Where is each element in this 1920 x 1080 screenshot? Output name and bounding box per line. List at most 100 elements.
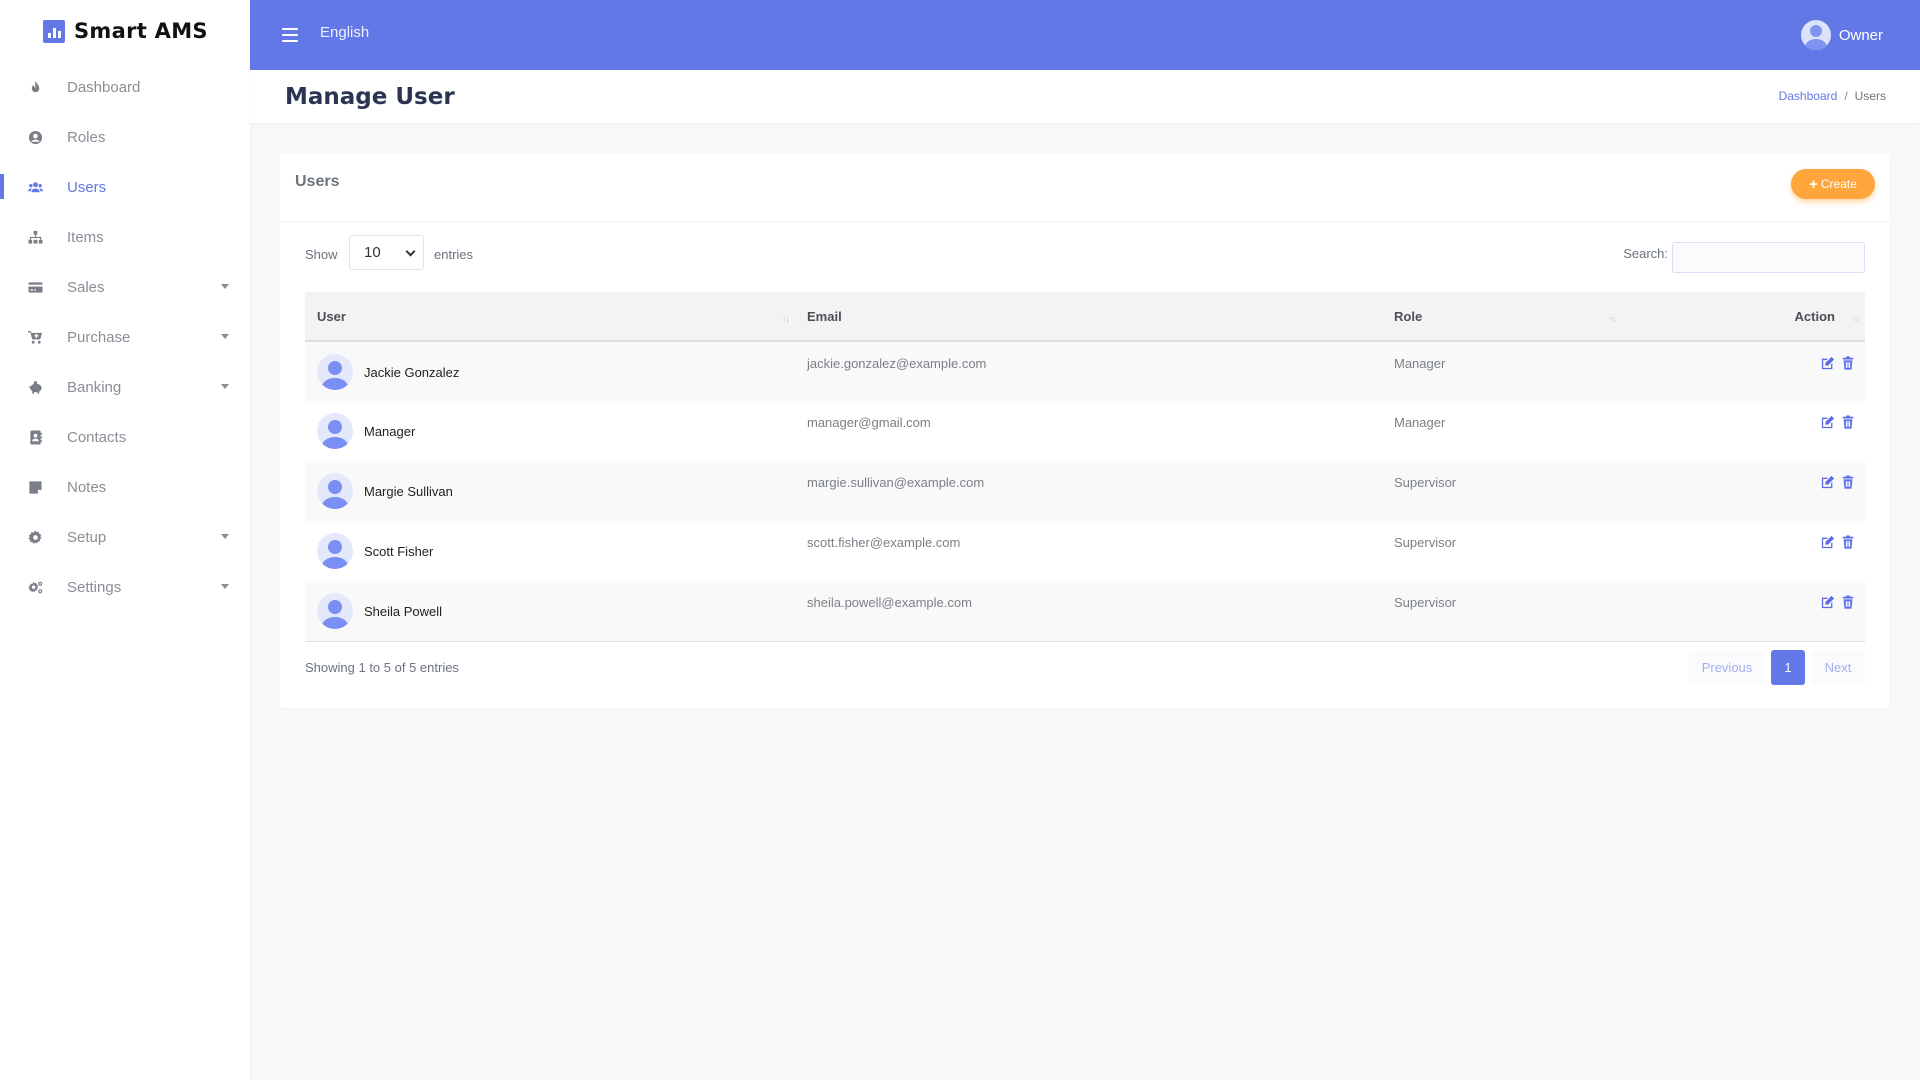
sort-icon[interactable]: ↑↓ [1609, 314, 1617, 324]
trash-icon[interactable] [1841, 595, 1855, 609]
pagination-previous[interactable]: Previous [1689, 650, 1765, 685]
edit-icon[interactable] [1821, 415, 1835, 429]
role-cell: Supervisor [1394, 595, 1457, 610]
sidebar-item-items[interactable]: Items [0, 212, 250, 262]
sidebar-item-users[interactable]: Users [0, 162, 250, 212]
role-cell: Manager [1394, 356, 1446, 371]
sidebar-nav: Dashboard Roles Users Items Sales Purchase Ban… [0, 62, 250, 612]
sidebar-item-label: Roles [67, 128, 106, 146]
edit-icon[interactable] [1821, 595, 1835, 609]
sidebar-item-contacts[interactable]: Contacts [0, 412, 250, 462]
action-cell [1622, 401, 1865, 461]
users-card: Users + Create Show 10 entries Search: U… [280, 153, 1890, 708]
search-label: Search: [1623, 246, 1668, 261]
column-header-user[interactable]: User ↑↓ [305, 292, 795, 341]
table-row: Margie Sullivan margie.sullivan@example.c… [305, 461, 1865, 521]
edit-icon[interactable] [1821, 356, 1835, 370]
column-header-action[interactable]: Action ↑↓ [1622, 292, 1865, 341]
email-cell: margie.sullivan@example.com [807, 475, 985, 490]
language-selector[interactable]: English [320, 24, 369, 41]
sidebar-item-label: Sales [67, 278, 105, 296]
sidebar: Smart AMS Dashboard Roles Users Items Sales P… [0, 0, 250, 1080]
trash-icon[interactable] [1841, 415, 1855, 429]
table-header-row: User ↑↓ Email Role ↑↓ Action ↑↓ [305, 292, 1865, 341]
brand[interactable]: Smart AMS [0, 0, 250, 62]
user-cell: Margie Sullivan [305, 461, 795, 521]
sidebar-item-roles[interactable]: Roles [0, 112, 250, 162]
cart-plus-icon [27, 329, 43, 345]
column-header-email: Email [795, 292, 1382, 341]
sidebar-item-dashboard[interactable]: Dashboard [0, 62, 250, 112]
search-input[interactable] [1672, 242, 1865, 273]
breadcrumb: Dashboard / Users [1779, 89, 1886, 103]
pagination-next[interactable]: Next [1811, 650, 1865, 685]
avatar [317, 593, 353, 629]
caret-down-icon [221, 334, 229, 339]
user-name: Margie Sullivan [364, 483, 453, 499]
role-cell: Supervisor [1394, 475, 1457, 490]
role-cell: Manager [1394, 415, 1446, 430]
menu-toggle-icon[interactable] [282, 28, 298, 42]
user-cell: Scott Fisher [305, 521, 795, 581]
entries-label: entries [434, 247, 474, 262]
avatar [317, 413, 353, 449]
piggy-bank-icon [27, 379, 43, 395]
user-name: Manager [364, 423, 416, 439]
sidebar-item-label: Dashboard [67, 78, 141, 96]
table-row: Manager manager@gmail.com Manager [305, 401, 1865, 461]
entries-length-select[interactable]: 10 [349, 235, 424, 270]
user-name: Sheila Powell [364, 603, 443, 619]
edit-icon[interactable] [1821, 535, 1835, 549]
users-icon [27, 179, 43, 195]
sidebar-item-label: Notes [67, 478, 107, 496]
table-row: Sheila Powell sheila.powell@example.com Su… [305, 581, 1865, 641]
user-name: Owner [1838, 26, 1883, 44]
sidebar-item-notes[interactable]: Notes [0, 462, 250, 512]
user-cell: Sheila Powell [305, 581, 795, 641]
entries-length-value: 10 [364, 244, 381, 261]
email-cell: sheila.powell@example.com [807, 595, 972, 610]
caret-down-icon [221, 584, 229, 589]
pagination: Previous 1 Next [1689, 650, 1865, 685]
sticky-note-icon [27, 479, 43, 495]
breadcrumb-separator: / [1844, 89, 1848, 103]
plus-icon: + [1809, 175, 1818, 193]
user-info: Scott Fisher [317, 533, 795, 569]
action-cell [1622, 461, 1865, 521]
action-cell [1622, 341, 1865, 401]
show-label: Show [305, 247, 338, 262]
user-info: Sheila Powell [317, 593, 795, 629]
caret-down-icon [221, 284, 229, 289]
avatar [1800, 20, 1831, 50]
action-cell [1622, 581, 1865, 641]
create-button[interactable]: + Create [1791, 169, 1875, 199]
sort-icon[interactable]: ↑↓ [1852, 314, 1860, 324]
trash-icon[interactable] [1841, 356, 1855, 370]
table-row: Jackie Gonzalez jackie.gonzalez@example.c… [305, 341, 1865, 401]
sidebar-item-label: Users [67, 178, 107, 196]
breadcrumb-dashboard[interactable]: Dashboard [1779, 89, 1838, 103]
column-header-role[interactable]: Role ↑↓ [1382, 292, 1622, 341]
sort-icon[interactable]: ↑↓ [782, 314, 790, 324]
trash-icon[interactable] [1841, 535, 1855, 549]
sidebar-item-label: Settings [67, 578, 122, 596]
user-name: Jackie Gonzalez [364, 364, 460, 380]
pagination-page-1[interactable]: 1 [1771, 650, 1805, 685]
top-bar: English Owner [250, 0, 1920, 70]
sitemap-icon [27, 229, 43, 245]
edit-icon[interactable] [1821, 475, 1835, 489]
email-cell: scott.fisher@example.com [807, 535, 961, 550]
sidebar-item-settings[interactable]: Settings [0, 562, 250, 612]
sidebar-item-setup[interactable]: Setup [0, 512, 250, 562]
user-menu[interactable]: Owner [1800, 20, 1883, 50]
user-info: Manager [317, 413, 795, 449]
sidebar-item-purchase[interactable]: Purchase [0, 312, 250, 362]
avatar [317, 473, 353, 509]
sidebar-item-label: Items [67, 228, 104, 246]
sidebar-item-sales[interactable]: Sales [0, 262, 250, 312]
chevron-down-icon [405, 246, 416, 257]
users-table: User ↑↓ Email Role ↑↓ Action ↑↓ Jackie Gonz… [305, 292, 1865, 642]
sidebar-item-banking[interactable]: Banking [0, 362, 250, 412]
page-title: Manage User [285, 84, 455, 110]
trash-icon[interactable] [1841, 475, 1855, 489]
